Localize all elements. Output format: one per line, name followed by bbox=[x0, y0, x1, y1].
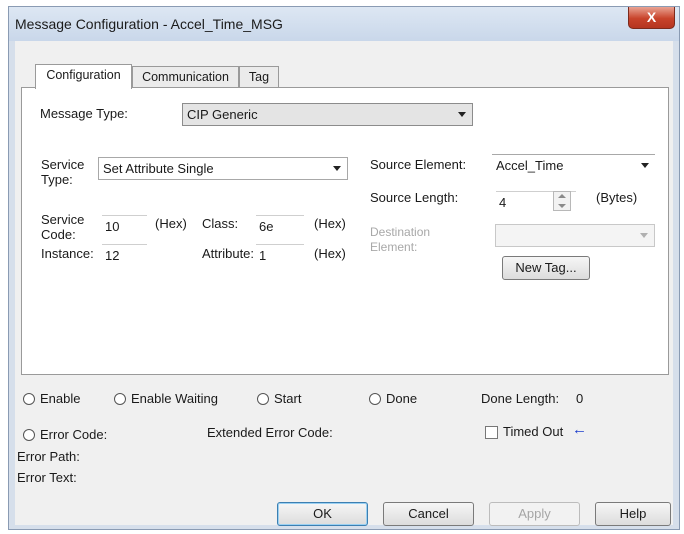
help-button[interactable]: Help bbox=[595, 502, 671, 526]
chevron-down-icon bbox=[640, 233, 648, 238]
attribute-unit: (Hex) bbox=[314, 246, 346, 261]
tab-tag[interactable]: Tag bbox=[239, 66, 279, 88]
done-indicator bbox=[369, 393, 381, 405]
spin-down-icon bbox=[558, 204, 566, 208]
dialog-client: Configuration Communication Tag Message … bbox=[15, 41, 673, 526]
error-path-label: Error Path: bbox=[17, 449, 80, 464]
error-code-indicator bbox=[23, 429, 35, 441]
instance-label: Instance: bbox=[41, 246, 94, 261]
destination-element-dropdown[interactable] bbox=[495, 224, 655, 247]
apply-button[interactable]: Apply bbox=[489, 502, 580, 526]
done-length-value: 0 bbox=[576, 391, 584, 406]
source-length-spinner[interactable] bbox=[553, 191, 571, 211]
error-code-label: Error Code: bbox=[40, 427, 108, 442]
message-type-label: Message Type: bbox=[40, 106, 128, 121]
new-tag-button[interactable]: New Tag... bbox=[502, 256, 590, 280]
enable-waiting-indicator bbox=[114, 393, 126, 405]
source-element-value: Accel_Time bbox=[496, 158, 564, 173]
service-code-label: Service Code: bbox=[41, 212, 85, 242]
done-length-label: Done Length: bbox=[481, 391, 560, 406]
chevron-down-icon bbox=[333, 166, 341, 171]
timed-out-label: Timed Out bbox=[503, 424, 564, 439]
spin-up-icon bbox=[558, 194, 566, 198]
close-icon: X bbox=[646, 9, 657, 25]
extended-error-code-label: Extended Error Code: bbox=[207, 425, 333, 440]
title-bar: Message Configuration - Accel_Time_MSG X bbox=[9, 7, 679, 41]
attribute-field[interactable]: 1 bbox=[256, 244, 304, 266]
done-label: Done bbox=[386, 391, 418, 406]
source-length-unit: (Bytes) bbox=[596, 190, 638, 205]
class-unit: (Hex) bbox=[314, 216, 346, 231]
attribute-label: Attribute: bbox=[202, 246, 255, 261]
chevron-down-icon bbox=[641, 163, 649, 168]
close-button[interactable]: X bbox=[628, 7, 675, 29]
class-label: Class: bbox=[202, 216, 239, 231]
tab-configuration[interactable]: Configuration bbox=[35, 64, 132, 89]
message-configuration-dialog: Message Configuration - Accel_Time_MSG X… bbox=[8, 6, 680, 530]
left-arrow-icon: ← bbox=[572, 421, 587, 438]
window-title: Message Configuration - Accel_Time_MSG bbox=[15, 16, 283, 32]
source-element-dropdown[interactable]: Accel_Time bbox=[492, 154, 655, 177]
instance-field[interactable]: 12 bbox=[102, 244, 147, 266]
chevron-down-icon bbox=[458, 112, 466, 117]
timed-out-checkbox[interactable] bbox=[485, 426, 498, 439]
enable-waiting-label: Enable Waiting bbox=[131, 391, 218, 406]
enable-label: Enable bbox=[40, 391, 81, 406]
service-type-value: Set Attribute Single bbox=[103, 161, 214, 176]
enable-indicator bbox=[23, 393, 35, 405]
service-code-field[interactable]: 10 bbox=[102, 215, 147, 237]
class-field[interactable]: 6e bbox=[256, 215, 304, 237]
message-type-value: CIP Generic bbox=[187, 107, 258, 122]
service-type-label: Service Type: bbox=[41, 157, 85, 187]
tab-communication[interactable]: Communication bbox=[132, 66, 239, 88]
ok-button[interactable]: OK bbox=[277, 502, 368, 526]
cancel-button[interactable]: Cancel bbox=[383, 502, 474, 526]
service-type-dropdown[interactable]: Set Attribute Single bbox=[98, 157, 348, 180]
source-length-label: Source Length: bbox=[370, 190, 459, 205]
start-label: Start bbox=[274, 391, 302, 406]
configuration-panel: Message Type: CIP Generic Service Type: … bbox=[21, 87, 669, 375]
service-code-unit: (Hex) bbox=[155, 216, 187, 231]
start-indicator bbox=[257, 393, 269, 405]
message-type-dropdown[interactable]: CIP Generic bbox=[182, 103, 473, 126]
source-element-label: Source Element: bbox=[370, 157, 467, 172]
destination-element-label: Destination Element: bbox=[370, 225, 431, 254]
error-text-label: Error Text: bbox=[17, 470, 77, 485]
